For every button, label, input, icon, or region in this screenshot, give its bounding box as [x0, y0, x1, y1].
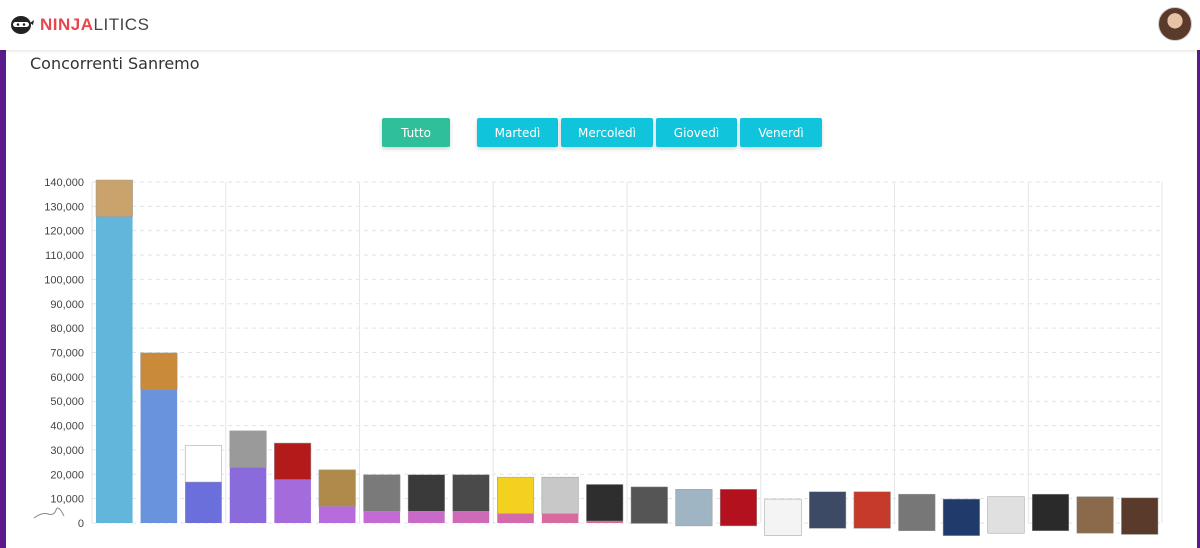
contestant-thumbnail — [987, 496, 1025, 534]
contestant-thumbnail — [407, 474, 445, 512]
filter-friday-button[interactable]: Venerdì — [740, 118, 822, 147]
contestant-thumbnail — [675, 489, 713, 527]
y-tick-label: 100,000 — [44, 274, 84, 286]
contestant-thumbnail — [318, 469, 356, 507]
chart-bar[interactable] — [96, 182, 133, 523]
y-tick-label: 10,000 — [50, 494, 84, 506]
app-logo-text: NINJALITICS — [40, 15, 149, 35]
y-tick-label: 50,000 — [50, 396, 84, 408]
y-tick-label: 0 — [78, 518, 84, 530]
y-tick-label: 90,000 — [50, 299, 84, 311]
top-navbar: NINJALITICS — [0, 0, 1200, 50]
filter-thursday-button[interactable]: Giovedì — [656, 118, 737, 147]
y-tick-label: 120,000 — [44, 226, 84, 238]
contestant-thumbnail — [452, 474, 490, 512]
contestant-thumbnail — [586, 484, 624, 522]
y-tick-label: 70,000 — [50, 348, 84, 360]
contestant-thumbnail — [95, 179, 133, 217]
filter-all-button[interactable]: Tutto — [382, 118, 450, 147]
day-filter-bar: Tutto Martedì Mercoledì Giovedì Venerdì — [0, 118, 1200, 148]
y-tick-label: 20,000 — [50, 469, 84, 481]
contestant-thumbnail — [898, 493, 936, 532]
y-tick-label: 140,000 — [44, 177, 84, 189]
contestant-thumbnail — [719, 489, 757, 527]
contestant-thumbnail — [541, 476, 579, 514]
contestant-thumbnail — [184, 445, 222, 483]
contestant-thumbnail — [497, 476, 535, 514]
user-avatar[interactable] — [1158, 7, 1192, 41]
contestant-thumbnail — [942, 498, 980, 536]
y-tick-label: 60,000 — [50, 372, 84, 384]
contestant-thumbnail — [1076, 496, 1114, 534]
filter-wednesday-button[interactable]: Mercoledì — [561, 118, 653, 147]
y-tick-label: 130,000 — [44, 201, 84, 213]
mini-sparkline-icon — [33, 507, 65, 519]
page-title: Concorrenti Sanremo — [30, 54, 200, 73]
y-tick-label: 40,000 — [50, 421, 84, 433]
contestant-thumbnail — [229, 430, 267, 468]
y-tick-label: 110,000 — [45, 250, 84, 262]
contestant-thumbnail — [1032, 493, 1070, 532]
ninja-logo-icon — [11, 16, 34, 34]
y-tick-label: 30,000 — [50, 445, 84, 457]
logo-litics-text: LITICS — [93, 15, 150, 34]
filter-tuesday-button[interactable]: Martedì — [477, 118, 558, 147]
y-tick-label: 80,000 — [50, 323, 84, 335]
contestant-thumbnail — [140, 352, 178, 390]
contestant-thumbnail — [363, 474, 401, 512]
contestant-thumbnail — [1121, 497, 1159, 535]
contestant-thumbnail — [853, 491, 891, 529]
contestant-thumbnail — [274, 442, 312, 480]
app-logo[interactable]: NINJALITICS — [8, 12, 149, 38]
logo-ninja-text: NINJA — [40, 15, 94, 34]
contestants-bar-chart: 0 10,000 20,000 30,000 40,000 50,000 60,000 70,… — [33, 177, 1163, 536]
contestant-thumbnail — [809, 491, 847, 529]
contestant-thumbnail — [630, 486, 668, 524]
contestant-thumbnail — [764, 498, 802, 536]
chart-y-axis: 0 10,000 20,000 30,000 40,000 50,000 60,000 70,… — [44, 177, 84, 530]
